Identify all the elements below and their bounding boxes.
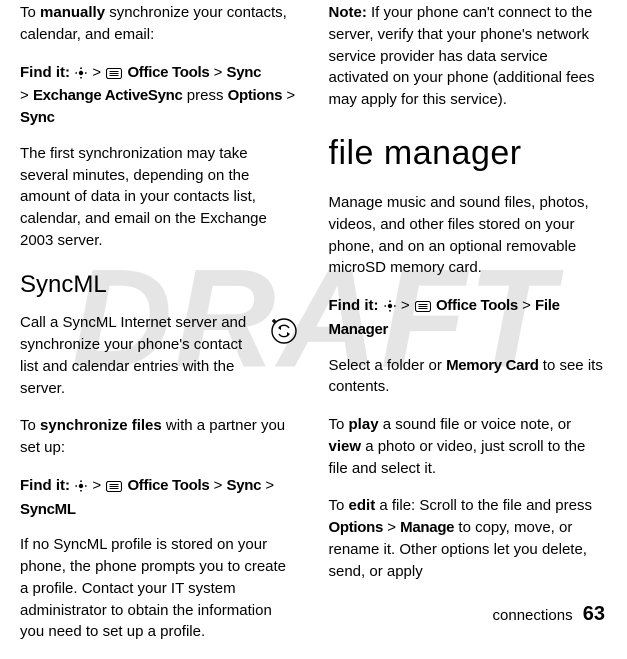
menu-office-tools: Office Tools <box>436 297 518 314</box>
menu-memory-card: Memory Card <box>446 357 539 374</box>
menu-key-icon <box>106 477 122 499</box>
separator: > <box>286 87 295 104</box>
find-it-exchange: Find it: > Office Tools > Sync > Exchang… <box>20 62 299 129</box>
separator: > <box>522 297 531 314</box>
text: a sound file or voice note, or <box>379 416 572 433</box>
bold-manually: manually <box>40 4 105 21</box>
center-key-icon <box>384 297 396 319</box>
text: Select a folder or <box>329 357 447 374</box>
first-sync-note: The first synchronization may take sever… <box>20 143 299 252</box>
page-number: 63 <box>583 603 605 625</box>
manual-sync-intro: To manually synchronize your contacts, c… <box>20 2 299 46</box>
text: a file: Scroll to the file and press <box>375 497 592 514</box>
menu-office-tools: Office Tools <box>127 477 209 494</box>
sync-icon <box>269 316 299 353</box>
sync-files-intro: To synchronize files with a partner you … <box>20 415 299 459</box>
bold-synchronize-files: synchronize files <box>40 417 162 434</box>
text: To <box>329 416 349 433</box>
separator: > <box>265 477 274 494</box>
bold-play: play <box>349 416 379 433</box>
connection-note: Note: If your phone can't connect to the… <box>329 2 608 111</box>
left-column: To manually synchronize your contacts, c… <box>20 2 299 659</box>
bold-edit: edit <box>349 497 376 514</box>
menu-key-icon <box>106 64 122 86</box>
menu-office-tools: Office Tools <box>127 64 209 81</box>
menu-sync: Sync <box>227 64 262 81</box>
separator: > <box>214 477 223 494</box>
separator: > <box>214 64 223 81</box>
separator: > <box>92 64 101 81</box>
menu-sync: Sync <box>20 109 55 126</box>
find-it-label: Find it: <box>20 64 70 81</box>
heading-file-manager: file manager <box>329 129 608 178</box>
menu-exchange-activesync: Exchange ActiveSync <box>33 87 183 104</box>
find-it-label: Find it: <box>20 477 70 494</box>
bold-view: view <box>329 438 362 455</box>
center-key-icon <box>75 64 87 86</box>
separator: > <box>401 297 410 314</box>
file-manager-desc: Manage music and sound files, photos, vi… <box>329 192 608 279</box>
play-view: To play a sound file or voice note, or v… <box>329 414 608 479</box>
section-name: connections <box>493 607 573 624</box>
page-content: To manually synchronize your contacts, c… <box>0 0 627 659</box>
no-profile-note: If no SyncML profile is stored on your p… <box>20 534 299 643</box>
text: a photo or video, just scroll to the fil… <box>329 438 586 477</box>
edit-file: To edit a file: Scroll to the file and p… <box>329 495 608 582</box>
heading-syncml: SyncML <box>20 268 299 303</box>
text: press <box>183 87 228 104</box>
right-column: Note: If your phone can't connect to the… <box>329 2 608 659</box>
separator: > <box>20 87 29 104</box>
find-it-label: Find it: <box>329 297 379 314</box>
menu-key-icon <box>415 297 431 319</box>
find-it-file-manager: Find it: > Office Tools > File Manager <box>329 295 608 341</box>
separator: > <box>387 519 396 536</box>
menu-sync: Sync <box>227 477 262 494</box>
menu-manage: Manage <box>400 519 454 536</box>
syncml-desc: Call a SyncML Internet server and synchr… <box>20 312 299 399</box>
menu-syncml: SyncML <box>20 501 76 518</box>
menu-options: Options <box>329 519 384 536</box>
text: If your phone can't connect to the serve… <box>329 4 595 108</box>
text: To <box>20 4 40 21</box>
bold-note: Note: <box>329 4 367 21</box>
select-folder: Select a folder or Memory Card to see it… <box>329 355 608 399</box>
page-footer: connections 63 <box>493 600 605 629</box>
center-key-icon <box>75 477 87 499</box>
find-it-syncml: Find it: > Office Tools > Sync > SyncML <box>20 475 299 521</box>
text: To <box>20 417 40 434</box>
separator: > <box>92 477 101 494</box>
menu-options: Options <box>228 87 283 104</box>
text: To <box>329 497 349 514</box>
